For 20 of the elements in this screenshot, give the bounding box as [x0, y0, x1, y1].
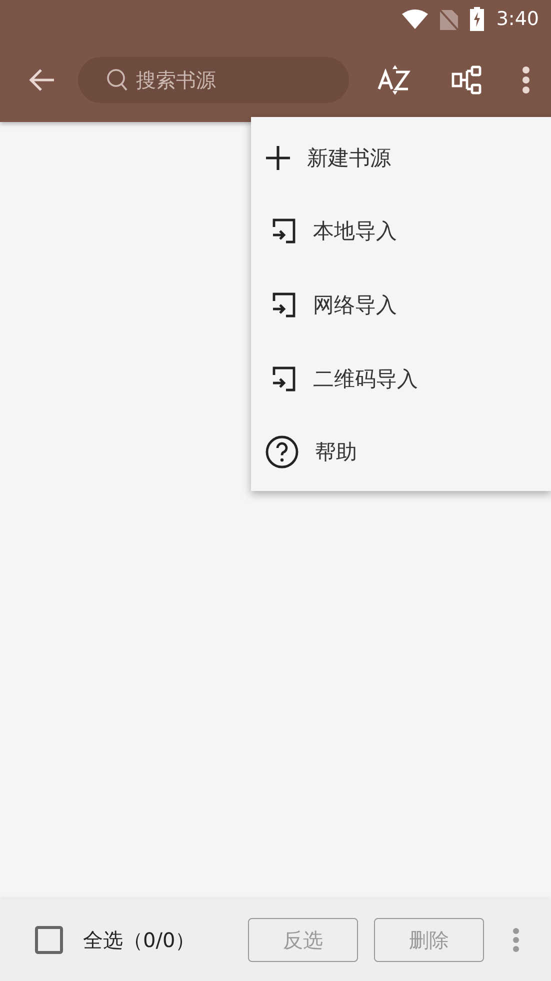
import-icon — [271, 366, 297, 392]
status-time: 3:40 — [496, 8, 539, 30]
search-icon — [106, 68, 128, 92]
menu-item[interactable]: 本地导入 — [251, 194, 551, 268]
select-all-label: 全选（0/0） — [83, 926, 196, 954]
menu-item[interactable]: 二维码导入 — [251, 342, 551, 416]
search-field[interactable]: 搜索书源 — [78, 57, 349, 103]
menu-item[interactable]: 网络导入 — [251, 268, 551, 342]
search-field[interactable]: 搜索书源 — [134, 67, 288, 93]
menu-item[interactable]: 帮助 — [251, 415, 551, 489]
wifi-icon — [402, 9, 428, 29]
menu-item[interactable]: 新建书源 — [251, 121, 551, 195]
import-icon — [271, 292, 297, 318]
import-icon — [271, 218, 297, 244]
select-all-checkbox[interactable] — [35, 926, 63, 954]
battery-charging-icon — [470, 7, 484, 31]
no-sim-icon — [440, 8, 458, 30]
back-arrow-icon — [28, 68, 56, 92]
plus-icon — [265, 144, 291, 171]
help-icon — [265, 435, 299, 470]
